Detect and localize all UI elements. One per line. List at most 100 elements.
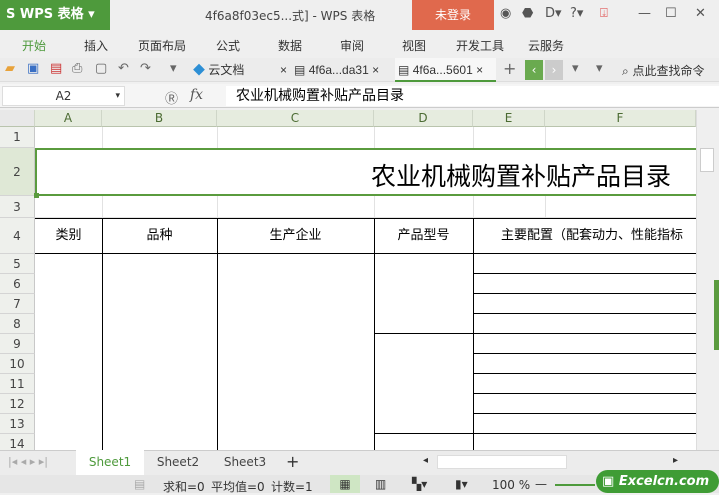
export-pdf-icon[interactable]: ▤ [50, 61, 62, 76]
side-panel-toggle[interactable] [714, 280, 719, 350]
col-header-e[interactable]: E [473, 110, 545, 127]
page-break-view-icon[interactable]: ▥ [375, 477, 386, 491]
zoom-level[interactable]: 100 % [492, 478, 530, 492]
minimize-icon[interactable]: — [638, 6, 651, 21]
header-variety: 品种 [146, 228, 173, 243]
select-all[interactable] [0, 110, 35, 127]
col-header-a[interactable]: A [35, 110, 102, 127]
redo-icon[interactable]: ↷ [140, 61, 151, 76]
vertical-scroll-thumb[interactable] [700, 148, 714, 172]
row-header-7[interactable]: 7 [0, 294, 35, 314]
row-header-1[interactable]: 1 [0, 127, 35, 148]
fx-icon[interactable]: fx [190, 87, 203, 103]
selected-title-cell[interactable]: 农业机械购置补贴产品目录 [35, 148, 696, 196]
download-icon[interactable]: ⍗ [600, 6, 608, 21]
menu-view[interactable]: 视图 [402, 37, 426, 54]
header-category: 类别 [55, 228, 82, 243]
scroll-right-icon[interactable]: ▸ [673, 455, 678, 466]
tab-doc-1[interactable]: ▤ 4f6a...da31 × [291, 58, 393, 82]
tab-list-icon[interactable]: ▾ [596, 61, 603, 76]
print-preview-icon[interactable]: ▢ [95, 61, 107, 76]
vertical-scrollbar[interactable] [696, 110, 719, 450]
horizontal-scrollbar[interactable]: ◂ ▸ [415, 455, 695, 469]
gridline [102, 127, 103, 148]
gridline [217, 196, 218, 218]
close-icon[interactable]: ✕ [695, 6, 706, 21]
row-header-2[interactable]: 2 [0, 148, 35, 196]
settings-icon[interactable]: ⬣ [522, 6, 533, 21]
menu-review[interactable]: 审阅 [340, 37, 364, 54]
zoom-function-icon[interactable]: Ⓡ [165, 88, 178, 107]
row-header-3[interactable]: 3 [0, 196, 35, 218]
command-search-text: 点此查找命令 [632, 64, 705, 78]
login-button[interactable]: 未登录 [412, 0, 494, 30]
row-header-8[interactable]: 8 [0, 314, 35, 334]
command-search[interactable]: ⌕ 点此查找命令 [622, 62, 705, 79]
wps-logo-menu[interactable]: S WPS 表格 ▾ [0, 0, 110, 30]
col-header-f[interactable]: F [545, 110, 696, 127]
col-header-d[interactable]: D [374, 110, 473, 127]
eye-protection-icon[interactable]: ▮▾ [455, 477, 468, 491]
menu-page-layout[interactable]: 页面布局 [138, 37, 186, 54]
reading-mode-icon[interactable]: ▚▾ [412, 477, 427, 491]
table-border [374, 333, 696, 334]
close-tab-icon[interactable]: × [280, 58, 287, 82]
menu-formula[interactable]: 公式 [216, 37, 240, 54]
col-header-b[interactable]: B [102, 110, 217, 127]
row-header-11[interactable]: 11 [0, 374, 35, 394]
scroll-left-icon[interactable]: ◂ [423, 455, 428, 466]
row-header-9[interactable]: 9 [0, 334, 35, 354]
close-tab-icon[interactable]: × [476, 63, 483, 77]
header-manufacturer: 生产企业 [269, 228, 322, 243]
row-header-12[interactable]: 12 [0, 394, 35, 414]
zoom-out-icon[interactable]: — [535, 477, 547, 491]
gridline [102, 196, 103, 218]
row-header-4[interactable]: 4 [0, 218, 35, 254]
sheet-tab-3[interactable]: Sheet3 [212, 450, 278, 475]
sheet-tab-1[interactable]: Sheet1 [76, 450, 144, 475]
row-header-10[interactable]: 10 [0, 354, 35, 374]
undo-icon[interactable]: ↶ [118, 61, 129, 76]
tab-doc-2-active[interactable]: ▤ 4f6a...5601 × [395, 58, 496, 82]
normal-view-icon[interactable]: ▦ [330, 475, 360, 493]
gridline [545, 127, 546, 148]
more-dropdown-icon[interactable]: ▾ [170, 61, 177, 76]
menu-insert[interactable]: 插入 [84, 37, 108, 54]
feedback-icon[interactable]: D▾ [545, 6, 562, 21]
status-average: 平均值=0 [211, 480, 265, 494]
status-count: 计数=1 [271, 480, 313, 494]
add-sheet-icon[interactable]: + [286, 452, 299, 471]
tab-next-button[interactable]: › [545, 60, 563, 80]
menu-developer[interactable]: 开发工具 [456, 37, 504, 54]
cell-reference: A2 [55, 89, 72, 103]
row-header-14[interactable]: 14 [0, 434, 35, 450]
open-icon[interactable]: ▰ [5, 61, 15, 76]
skin-icon[interactable]: ◉ [500, 6, 511, 21]
row-header-13[interactable]: 13 [0, 414, 35, 434]
row-header-6[interactable]: 6 [0, 274, 35, 294]
save-icon[interactable]: ▣ [27, 61, 39, 76]
col-header-c[interactable]: C [217, 110, 374, 127]
new-tab-icon[interactable]: + [503, 59, 516, 78]
screen-icon[interactable]: ▾ [572, 61, 579, 76]
name-box[interactable]: A2 ▾ [2, 86, 125, 106]
tab-prev-button[interactable]: ‹ [525, 60, 543, 80]
row-header-5[interactable]: 5 [0, 254, 35, 274]
sheet-nav-arrows-icon[interactable]: |◂ ◂ ▸ ▸| [8, 455, 48, 468]
tab-label: 4f6a...da31 [308, 63, 369, 77]
menu-data[interactable]: 数据 [278, 37, 302, 54]
close-tab-icon[interactable]: × [372, 63, 379, 77]
print-icon[interactable]: ⎙ [72, 61, 82, 76]
spreadsheet-grid[interactable]: A B C D E F 1 2 3 4 5 6 7 8 9 10 11 12 1… [0, 110, 696, 450]
menu-cloud[interactable]: 云服务 [528, 37, 564, 54]
help-icon[interactable]: ?▾ [570, 6, 583, 21]
maximize-icon[interactable]: ☐ [665, 6, 677, 21]
tab-cloud-docs[interactable]: ◆ 云文档 × [190, 58, 290, 82]
horizontal-scroll-thumb[interactable] [437, 455, 567, 469]
sheet-tab-2[interactable]: Sheet2 [146, 450, 210, 475]
header-main-config: 主要配置（配套动力、性能指标 [501, 228, 684, 243]
zoom-slider[interactable] [555, 484, 595, 486]
menu-home[interactable]: 开始 [22, 37, 46, 54]
formula-input[interactable]: 农业机械购置补贴产品目录 [226, 86, 719, 106]
fill-handle[interactable] [34, 193, 39, 198]
